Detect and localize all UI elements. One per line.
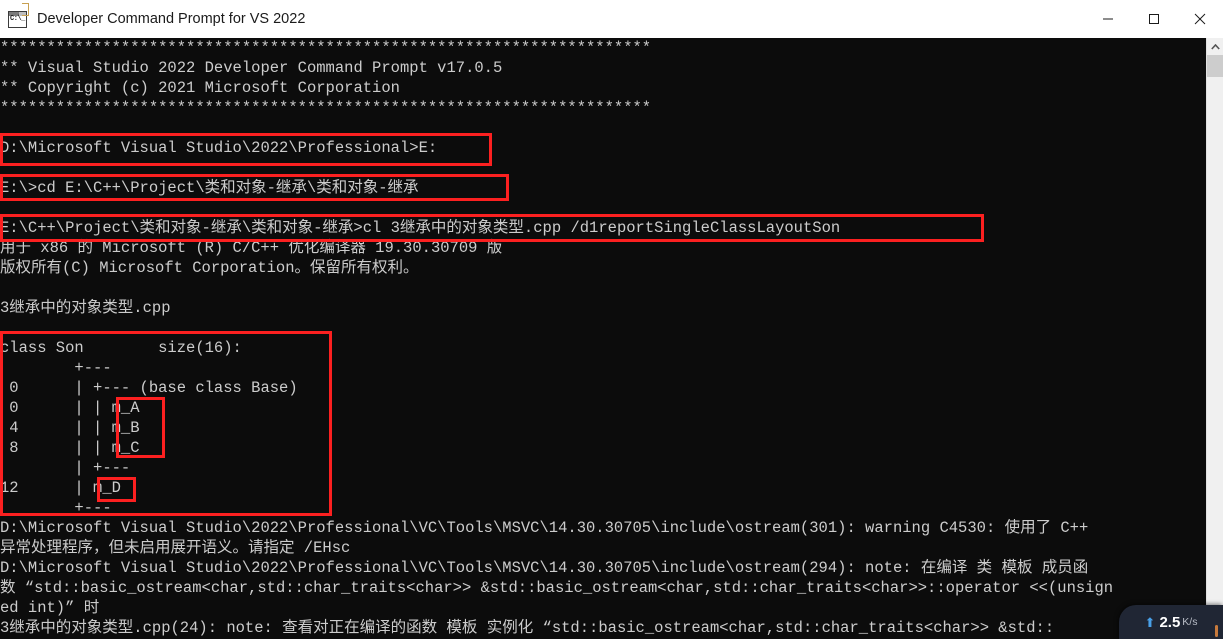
close-button[interactable] [1177, 0, 1223, 38]
widget-grip-handle[interactable] [1215, 625, 1218, 637]
terminal-output-area[interactable]: ****************************************… [0, 38, 1223, 639]
console-line: ** Copyright (c) 2021 Microsoft Corporat… [0, 79, 400, 97]
console-text: ****************************************… [0, 38, 1223, 638]
upload-arrow-icon: ⬆ [1144, 614, 1156, 630]
network-speed-unit: K/s [1182, 616, 1198, 628]
console-line: 4 | | m_B [0, 419, 140, 437]
close-icon [1194, 13, 1206, 25]
console-line: 3继承中的对象类型.cpp [0, 299, 171, 317]
minimize-icon [1103, 18, 1113, 20]
console-line: +--- [0, 499, 112, 517]
network-speed-widget[interactable]: ⬆ 2.5 K/s [1119, 605, 1223, 639]
console-line: 8 | | m_C [0, 439, 140, 457]
maximize-button[interactable] [1131, 0, 1177, 38]
window-controls [1085, 0, 1223, 38]
scroll-up-button[interactable] [1207, 38, 1223, 55]
title-bar-left: Developer Command Prompt for VS 2022 [0, 3, 1085, 28]
minimize-button[interactable] [1085, 0, 1131, 38]
console-line: ****************************************… [0, 39, 652, 57]
maximize-icon [1149, 14, 1159, 24]
console-line: E:\C++\Project\类和对象-继承\类和对象-继承>cl 3继承中的对… [0, 219, 841, 237]
console-icon-shadow [22, 3, 29, 16]
console-line: ****************************************… [0, 99, 652, 117]
console-line: D:\Microsoft Visual Studio\2022\Professi… [0, 139, 438, 157]
title-bar: Developer Command Prompt for VS 2022 [0, 0, 1223, 39]
console-line: 数 “std::basic_ostream<char,std::char_tra… [0, 579, 1114, 597]
console-line: 12 | m_D [0, 479, 121, 497]
console-line: D:\Microsoft Visual Studio\2022\Professi… [0, 519, 1089, 537]
vertical-scrollbar[interactable] [1206, 38, 1223, 639]
network-speed-value: 2.5 [1159, 613, 1181, 631]
chevron-up-icon [1211, 43, 1220, 50]
console-line: ed int)” 时 [0, 599, 100, 617]
console-line: 0 | +--- (base class Base) [0, 379, 298, 397]
console-line: D:\Microsoft Visual Studio\2022\Professi… [0, 559, 1089, 577]
window-title: Developer Command Prompt for VS 2022 [37, 11, 306, 27]
scrollbar-thumb[interactable] [1207, 55, 1223, 77]
console-line: 用于 x86 的 Microsoft (R) C/C++ 优化编译器 19.30… [0, 239, 503, 257]
console-line: +--- [0, 359, 112, 377]
console-line: 0 | | m_A [0, 399, 140, 417]
console-line: | +--- [0, 459, 131, 477]
console-line: 3继承中的对象类型.cpp(24): note: 查看对正在编译的函数 模板 实… [0, 619, 1055, 637]
console-line: 版权所有(C) Microsoft Corporation。保留所有权利。 [0, 259, 419, 277]
console-window: Developer Command Prompt for VS 2022 [0, 0, 1223, 639]
console-line: E:\>cd E:\C++\Project\类和对象-继承\类和对象-继承 [0, 179, 419, 197]
console-line: ** Visual Studio 2022 Developer Command … [0, 59, 503, 77]
console-line: class Son size(16): [0, 339, 242, 357]
console-line: 异常处理程序，但未启用展开语义。请指定 /EHsc [0, 539, 351, 557]
